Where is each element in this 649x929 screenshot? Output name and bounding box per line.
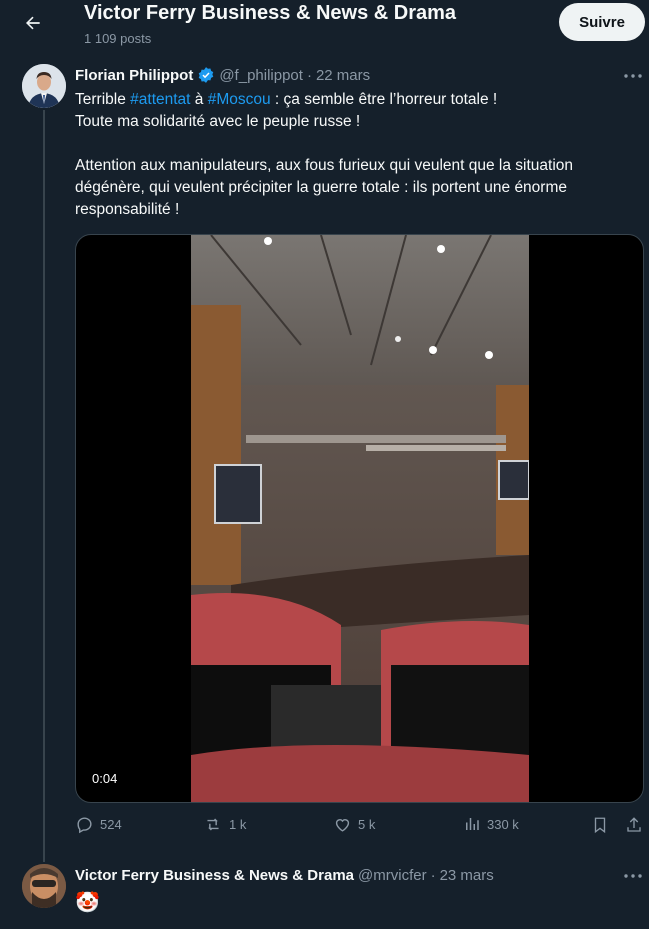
action-bar: 524 1 k 5 k 330 k: [75, 815, 645, 841]
views-icon: [463, 815, 481, 833]
author-name[interactable]: Florian Philippot: [75, 67, 193, 84]
back-arrow-icon: [23, 13, 43, 33]
text-segment: Terrible: [75, 91, 131, 108]
thread-connector: [43, 110, 45, 862]
author-name[interactable]: Victor Ferry Business & News & Drama: [75, 867, 354, 884]
like-count: 5 k: [358, 817, 376, 832]
reply-header: Victor Ferry Business & News & Drama @mr…: [75, 867, 494, 884]
reply-count: 524: [100, 817, 122, 832]
follow-button[interactable]: Suivre: [559, 3, 645, 41]
video-frame[interactable]: [191, 235, 530, 802]
views-button[interactable]: 330 k: [463, 815, 519, 833]
repost-icon: [203, 815, 223, 834]
more-icon: [622, 866, 646, 886]
back-button[interactable]: [16, 6, 50, 40]
repost-count: 1 k: [229, 817, 247, 832]
repost-button[interactable]: 1 k: [203, 815, 246, 834]
more-options-button[interactable]: [622, 866, 646, 886]
author-handle[interactable]: @mrvicfer: [358, 867, 427, 884]
video-duration: 0:04: [86, 769, 124, 788]
tweet-date[interactable]: 23 mars: [440, 867, 494, 884]
tweet-date[interactable]: 22 mars: [316, 67, 370, 84]
avatar[interactable]: [22, 864, 66, 908]
profile-title: Victor Ferry Business & News & Drama: [84, 2, 457, 24]
top-bar: Victor Ferry Business & News & Drama 1 1…: [0, 0, 649, 52]
text-line: Toute ma solidarité avec le peuple russe…: [75, 113, 361, 130]
reply-text: 🤡: [75, 892, 100, 914]
hashtag-link[interactable]: #attentat: [130, 91, 190, 108]
share-button[interactable]: [625, 815, 643, 835]
text-segment: : ça semble être l’horreur totale !: [270, 91, 498, 108]
post-count: 1 109 posts: [84, 31, 152, 46]
bookmark-icon: [591, 815, 609, 835]
text-paragraph: Attention aux manipulateurs, aux fous fu…: [75, 157, 574, 218]
hashtag-link[interactable]: #Moscou: [208, 91, 271, 108]
dot-separator: ·: [430, 867, 436, 884]
reply-button[interactable]: 524: [75, 815, 122, 834]
share-icon: [625, 815, 643, 835]
author-handle[interactable]: @f_philippot: [219, 67, 303, 84]
like-button[interactable]: 5 k: [333, 815, 375, 834]
dot-separator: ·: [306, 66, 312, 84]
more-icon: [622, 66, 646, 86]
more-options-button[interactable]: [622, 66, 646, 86]
reply-icon: [75, 815, 94, 834]
bookmark-button[interactable]: [591, 815, 609, 835]
text-segment: à: [190, 91, 208, 108]
like-icon: [333, 815, 352, 834]
video-player[interactable]: 0:04: [75, 234, 644, 803]
views-count: 330 k: [487, 816, 519, 832]
verified-badge-icon: [197, 66, 215, 84]
tweet-text: Terrible #attentat à #Moscou : ça semble…: [75, 89, 620, 221]
avatar[interactable]: [22, 64, 66, 108]
tweet-header: Florian Philippot @f_philippot · 22 mars: [75, 66, 370, 84]
